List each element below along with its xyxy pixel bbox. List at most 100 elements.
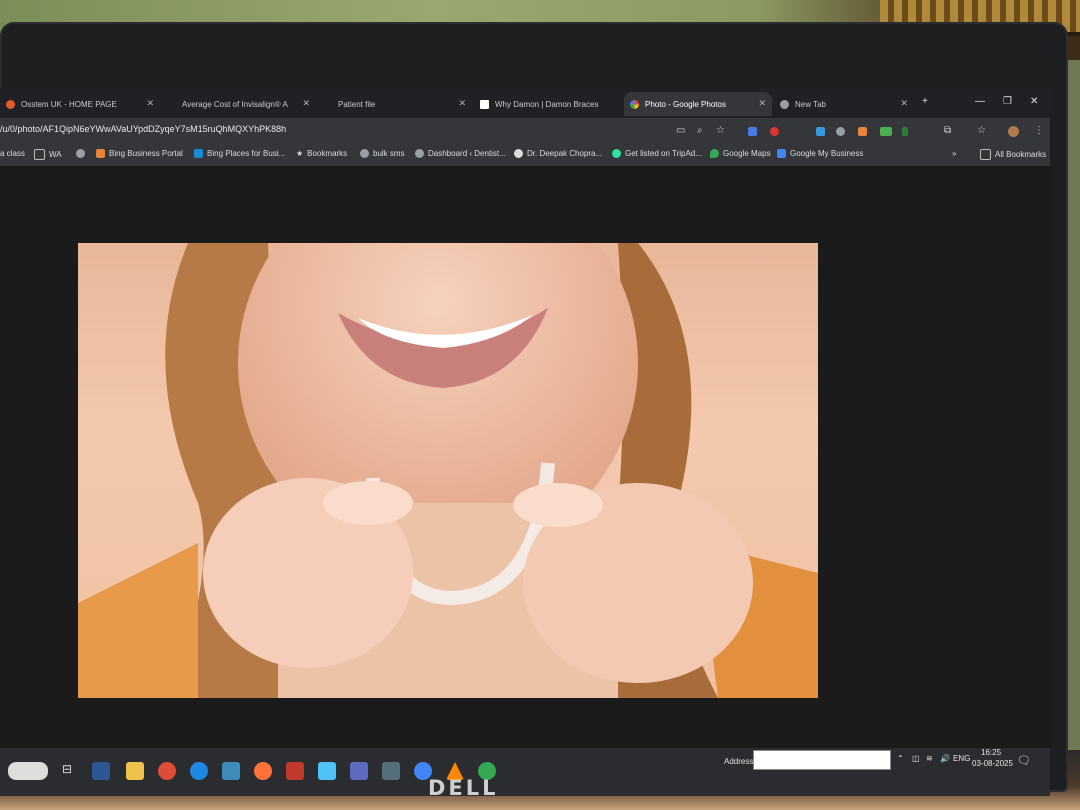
tab-title: Photo - Google Photos xyxy=(645,99,726,109)
app-icon[interactable] xyxy=(350,762,368,780)
clear-aligner-photo xyxy=(78,243,818,698)
tab-osstem[interactable]: Osstem UK - HOME PAGE ✕ xyxy=(0,92,160,116)
bookmark-label: Bing Business Portal xyxy=(109,149,183,158)
tab-new-tab[interactable]: New Tab ✕ xyxy=(774,92,914,116)
taskbar: ⊟ Address ⌃ ◫ ≋ 🔊 ENG 16:25 03-08-2025 🗨 xyxy=(0,748,1050,796)
bookmark-item[interactable]: bulk sms xyxy=(360,149,405,158)
edge-icon[interactable] xyxy=(190,762,208,780)
photo-image[interactable] xyxy=(78,243,818,698)
bookmark-item[interactable]: Google Maps xyxy=(710,149,771,158)
wifi-icon[interactable]: ≋ xyxy=(926,754,933,763)
google-photos-icon xyxy=(630,99,639,109)
chrome-icon[interactable] xyxy=(158,762,176,780)
bookmark-item[interactable]: Get listed on TripAd... xyxy=(612,149,702,158)
extension-icon[interactable] xyxy=(858,127,867,136)
pinterest-icon[interactable] xyxy=(770,127,779,136)
close-icon[interactable]: ✕ xyxy=(900,98,908,109)
tab-title: New Tab xyxy=(795,99,826,109)
screen: Osstem UK - HOME PAGE ✕ Average Cost of … xyxy=(0,88,1050,796)
bing-icon xyxy=(194,149,203,158)
extension-icon[interactable] xyxy=(816,127,825,136)
close-icon[interactable]: ✕ xyxy=(146,98,154,109)
clock-date[interactable]: 03-08-2025 xyxy=(972,759,1013,768)
star-icon: ★ xyxy=(296,149,304,158)
monitor-bezel: Osstem UK - HOME PAGE ✕ Average Cost of … xyxy=(0,22,1068,796)
minimize-icon[interactable]: — xyxy=(975,96,985,107)
bookmark-item[interactable]: Dashboard ‹ Dentist... xyxy=(415,149,506,158)
app-icon[interactable] xyxy=(318,762,336,780)
bookmark-item[interactable]: Bing Business Portal xyxy=(96,149,183,158)
globe-icon xyxy=(415,149,424,158)
close-icon[interactable]: ✕ xyxy=(758,98,766,109)
app-icon[interactable] xyxy=(222,762,240,780)
speaker-icon[interactable]: 🔊 xyxy=(940,754,950,763)
network-icon[interactable]: ◫ xyxy=(912,754,920,763)
tab-invisalign[interactable]: Average Cost of Invisalign® A ✕ xyxy=(176,92,316,116)
tab-title: Average Cost of Invisalign® A xyxy=(182,99,288,109)
address-bar[interactable]: /u/0/photo/AF1QipN6eYWwAVaUYpdDZyqeY7sM1… xyxy=(0,124,286,134)
dell-logo: DELL xyxy=(428,776,499,800)
task-view-icon[interactable]: ⊟ xyxy=(62,762,80,780)
menu-dots-icon[interactable]: ⋮ xyxy=(1034,125,1044,136)
app-icon[interactable] xyxy=(382,762,400,780)
language-indicator[interactable]: ENG xyxy=(953,754,970,763)
bookmark-star-icon[interactable]: ☆ xyxy=(716,125,725,136)
firefox-icon[interactable] xyxy=(254,762,272,780)
close-window-icon[interactable]: ✕ xyxy=(1030,96,1038,107)
globe-icon xyxy=(360,149,369,158)
bookmark-label: Google Maps xyxy=(723,149,771,158)
tab-patient-file[interactable]: Patient file ✕ xyxy=(332,92,472,116)
tab-title: Why Damon | Damon Braces xyxy=(495,99,599,109)
photo-viewer: ☝ xyxy=(0,166,1050,765)
bookmark-star-icon[interactable]: ☆ xyxy=(977,125,986,136)
bookmark-item[interactable]: a class xyxy=(0,149,25,158)
tab-title: Patient file xyxy=(338,99,376,109)
new-tab-icon[interactable]: + xyxy=(922,96,928,107)
all-bookmarks-button[interactable]: All Bookmarks xyxy=(980,149,1046,160)
app-icon[interactable] xyxy=(286,762,304,780)
bookmark-label: Google My Business xyxy=(790,149,864,158)
tab-bar: Osstem UK - HOME PAGE ✕ Average Cost of … xyxy=(0,88,1050,118)
bing-icon xyxy=(96,149,105,158)
more-bookmarks-icon[interactable]: » xyxy=(952,149,956,158)
folder-icon xyxy=(34,149,45,160)
google-maps-icon xyxy=(710,149,719,158)
extension-icon[interactable] xyxy=(902,127,908,136)
folder-icon xyxy=(980,149,991,160)
bookmark-item[interactable]: Google My Business xyxy=(777,149,863,158)
globe-icon xyxy=(76,149,85,158)
clock-time[interactable]: 16:25 xyxy=(981,748,1001,757)
extension-icon[interactable] xyxy=(880,127,892,136)
bookmark-item[interactable]: WA xyxy=(34,149,62,160)
zoom-icon[interactable]: ⌕ xyxy=(697,125,703,136)
extension-icon[interactable] xyxy=(836,127,845,136)
chevron-up-icon[interactable]: ⌃ xyxy=(897,754,904,763)
extensions-puzzle-icon[interactable]: ⧉ xyxy=(944,125,951,136)
word-icon[interactable] xyxy=(92,762,110,780)
globe-icon xyxy=(514,149,523,158)
notifications-icon[interactable]: 🗨 xyxy=(1017,754,1031,767)
tab-google-photos[interactable]: Photo - Google Photos ✕ xyxy=(624,92,772,116)
tripadvisor-icon xyxy=(612,149,621,158)
taskbar-address-input[interactable] xyxy=(753,750,891,770)
chrome-icon xyxy=(780,99,789,109)
bookmark-label: Dr. Deepak Chopra... xyxy=(527,149,603,158)
start-logo-icon[interactable] xyxy=(8,762,48,780)
avatar[interactable] xyxy=(1008,126,1019,137)
bookmark-label: WA xyxy=(49,150,62,159)
bookmark-label: Bing Places for Busi... xyxy=(207,149,286,158)
address-label: Address xyxy=(724,757,754,766)
bookmark-item[interactable]: Dr. Deepak Chopra... xyxy=(514,149,602,158)
maximize-icon[interactable]: ❐ xyxy=(1003,96,1012,107)
cast-icon[interactable]: ▭ xyxy=(676,125,685,136)
bookmark-item[interactable]: Bing Places for Busi... xyxy=(194,149,285,158)
bookmark-item[interactable] xyxy=(76,149,89,158)
close-icon[interactable]: ✕ xyxy=(458,98,466,109)
bookmark-label: a class xyxy=(0,149,25,158)
bookmark-label: bulk sms xyxy=(373,149,405,158)
bookmark-item[interactable]: ★ Bookmarks xyxy=(296,149,347,158)
tab-damon[interactable]: Why Damon | Damon Braces xyxy=(474,92,622,116)
file-explorer-icon[interactable] xyxy=(126,762,144,780)
close-icon[interactable]: ✕ xyxy=(302,98,310,109)
extension-icon[interactable] xyxy=(748,127,757,136)
